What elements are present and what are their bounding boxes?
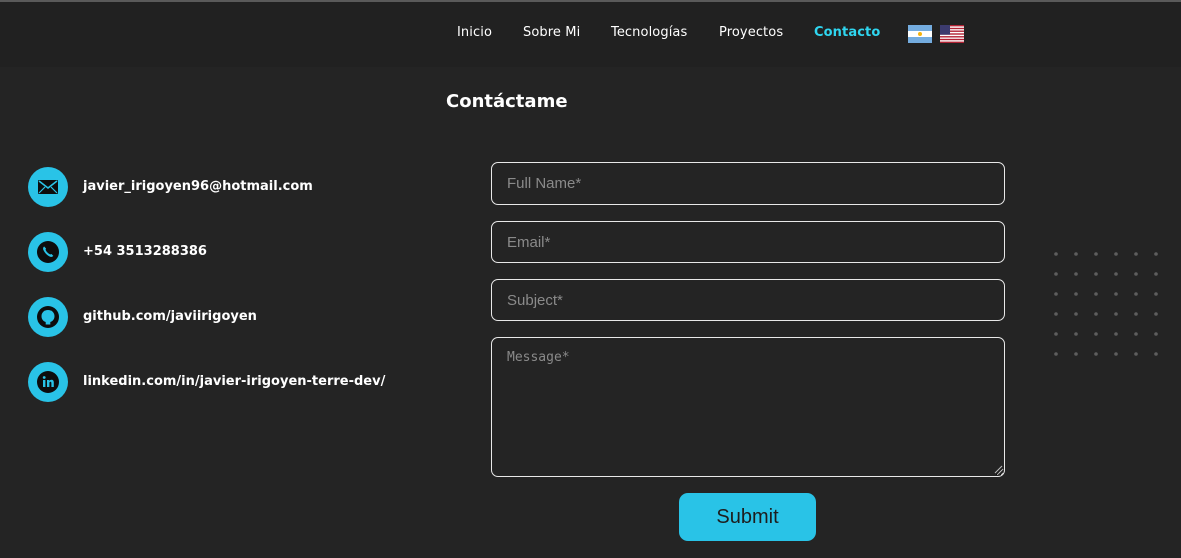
- resize-handle-icon[interactable]: [993, 464, 1003, 474]
- contact-item-email[interactable]: javier_irigoyen96@hotmail.com: [28, 167, 468, 207]
- contact-icon-circle: [28, 297, 68, 337]
- usa-flag-icon[interactable]: [940, 25, 964, 43]
- contact-item-phone[interactable]: +54 3513288386: [28, 232, 468, 272]
- contact-github-text: github.com/javiirigoyen: [83, 309, 257, 324]
- contact-email-text: javier_irigoyen96@hotmail.com: [83, 179, 313, 194]
- nav-link-tecnologias[interactable]: Tecnologías: [611, 25, 687, 40]
- linkedin-icon: [37, 371, 59, 393]
- contact-phone-text: +54 3513288386: [83, 244, 207, 259]
- email-icon: [38, 180, 58, 194]
- email-input[interactable]: [491, 221, 1005, 263]
- decorative-dot-grid: [1054, 252, 1158, 356]
- contact-icon-circle: [28, 167, 68, 207]
- subject-input[interactable]: [491, 279, 1005, 321]
- nav-link-contacto[interactable]: Contacto: [814, 25, 880, 40]
- page-title: Contáctame: [446, 91, 568, 112]
- nav-link-sobre-mi[interactable]: Sobre Mi: [523, 25, 580, 40]
- nav-link-proyectos[interactable]: Proyectos: [719, 25, 783, 40]
- contact-icon-circle: [28, 362, 68, 402]
- full-name-input[interactable]: [491, 162, 1005, 205]
- message-textarea[interactable]: [491, 337, 1005, 477]
- contact-item-linkedin[interactable]: linkedin.com/in/javier-irigoyen-terre-de…: [28, 362, 468, 402]
- submit-button[interactable]: Submit: [679, 493, 816, 541]
- phone-icon: [37, 241, 59, 263]
- contact-linkedin-text: linkedin.com/in/javier-irigoyen-terre-de…: [83, 374, 386, 389]
- github-icon: [37, 306, 59, 328]
- argentina-flag-icon[interactable]: [908, 25, 932, 43]
- navbar: Inicio Sobre Mi Tecnologías Proyectos Co…: [0, 2, 1181, 67]
- contact-item-github[interactable]: github.com/javiirigoyen: [28, 297, 468, 337]
- nav-link-inicio[interactable]: Inicio: [457, 25, 492, 40]
- contact-icon-circle: [28, 232, 68, 272]
- nav-links: Inicio Sobre Mi Tecnologías Proyectos Co…: [0, 2, 1181, 67]
